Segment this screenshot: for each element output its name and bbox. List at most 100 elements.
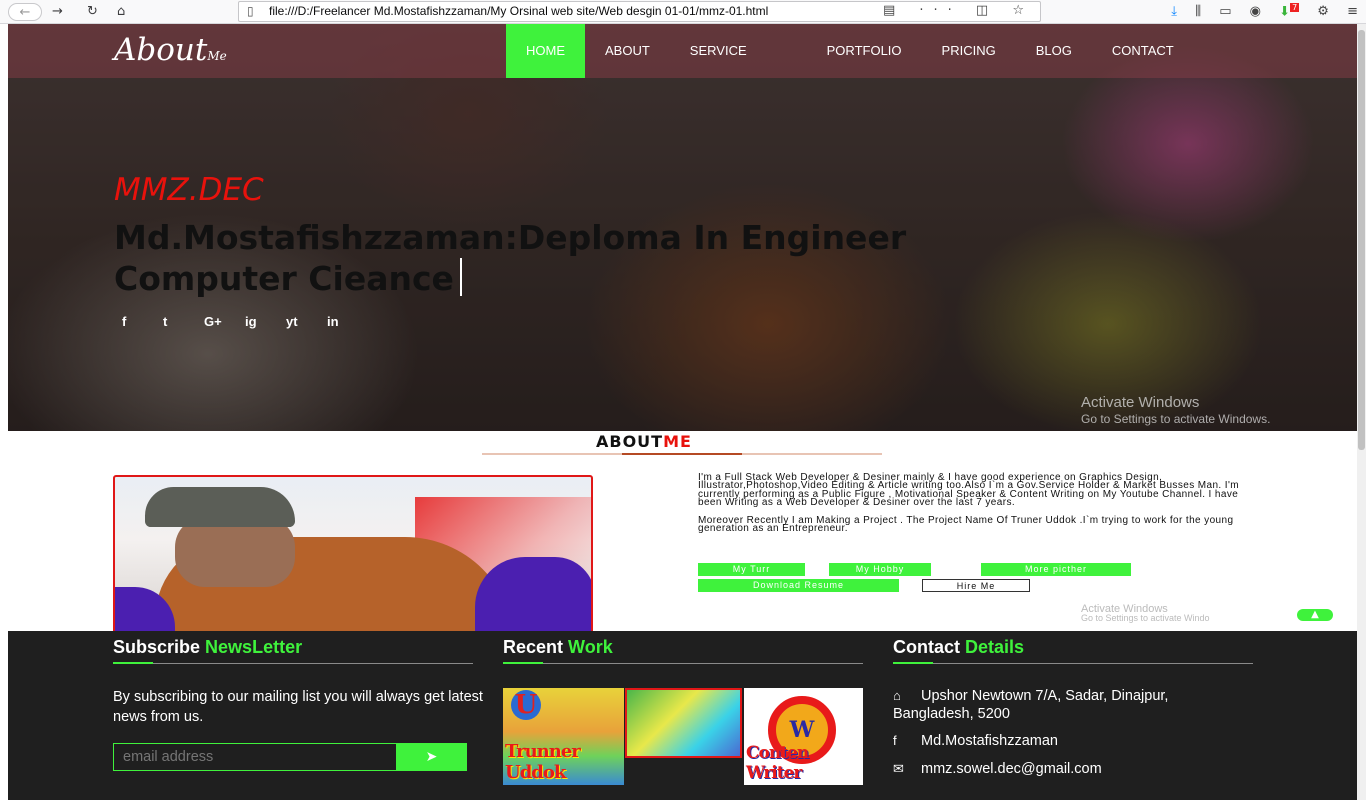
recent-work-thumb-1[interactable]: U Trunner Uddok [503, 688, 624, 785]
subscribe-send-button[interactable]: ➤ [396, 743, 467, 771]
about-heading-accent: ME [663, 432, 692, 451]
nav-pricing[interactable]: PRICING [922, 24, 1016, 78]
recent-title-accent: Work [568, 637, 613, 657]
forward-button[interactable]: → [52, 3, 63, 21]
scroll-thumb[interactable] [1358, 30, 1365, 450]
menu-icon[interactable]: ≡ [1347, 4, 1358, 19]
hero-kicker: MMZ.DEC [114, 172, 264, 208]
trunner-logo: U [511, 690, 541, 720]
profile-photo [113, 475, 593, 635]
social-links: f t G+ ig yt in [122, 314, 368, 329]
recent-rule [503, 663, 863, 664]
about-heading-main: ABOUT [596, 432, 664, 451]
my-hobby-button[interactable]: My Hobby [829, 563, 931, 576]
logo-text: About [114, 32, 208, 68]
recent-work-title: Recent Work [503, 637, 613, 658]
addon-badge: 7 [1290, 3, 1300, 12]
google-plus-icon[interactable]: G+ [204, 314, 245, 329]
activate-windows-title: Activate Windows [1081, 394, 1200, 411]
twitter-icon[interactable]: t [163, 314, 204, 329]
about-paragraph-2: Moreover Recently I am Making a Project … [698, 514, 1234, 535]
facebook-text[interactable]: Md.Mostafishzzaman [921, 733, 1058, 749]
contact-email[interactable]: ✉ mmz.sowel.dec@gmail.com [893, 760, 1253, 778]
nav-about[interactable]: ABOUT [585, 24, 670, 78]
about-divider-accent [622, 453, 742, 455]
email-text[interactable]: mmz.sowel.dec@gmail.com [921, 761, 1102, 777]
thumb-1-caption: Trunner Uddok [505, 741, 581, 783]
thumb-3-caption: Conten Writer [746, 743, 809, 783]
library-icon[interactable]: ⫼ [1195, 4, 1201, 19]
subscribe-rule [113, 663, 473, 664]
tracking-icon[interactable]: ◉ [1250, 4, 1261, 19]
nav-menu: HOME ABOUT SERVICE PORTFOLIO PRICING BLO… [506, 24, 1194, 78]
instagram-icon[interactable]: ig [245, 314, 286, 329]
about-heading: ABOUTME [596, 432, 692, 451]
more-picture-button[interactable]: More picther [981, 563, 1131, 576]
address-text: Upshor Newtown 7/A, Sadar, Dinajpur, Ban… [893, 688, 1169, 722]
photo-sleeve [475, 557, 591, 633]
subscribe-title: Subscribe NewsLetter [113, 637, 302, 658]
home-icon: ⌂ [893, 688, 901, 703]
about-text: I'm a Full Stack Web Developer & Desiner… [698, 472, 1253, 542]
main-navbar: AboutMe HOME ABOUT SERVICE PORTFOLIO PRI… [8, 24, 1357, 78]
nav-service[interactable]: SERVICE [670, 24, 767, 78]
page-icon: ▯ [247, 4, 254, 18]
facebook-icon[interactable]: f [122, 314, 163, 329]
extension-icon[interactable]: ⚙ [1317, 4, 1329, 19]
subscribe-title-accent: NewsLetter [205, 637, 303, 657]
send-icon: ➤ [425, 749, 438, 765]
youtube-icon[interactable]: yt [286, 314, 327, 329]
about-paragraph-1: I'm a Full Stack Web Developer & Desiner… [698, 472, 1239, 509]
nav-portfolio[interactable]: PORTFOLIO [807, 24, 922, 78]
subscribe-rule-accent [113, 662, 153, 664]
download-icon[interactable]: ⤓ [1171, 4, 1177, 19]
hero-title-text: Md.Mostafishzzaman:Deploma In Engineer C… [114, 218, 907, 298]
email-input[interactable] [113, 743, 397, 771]
scroll-top-button[interactable]: ▲ [1297, 609, 1333, 621]
contact-title-accent: Details [965, 637, 1025, 657]
logo-sub: Me [207, 49, 227, 63]
hero-title: Md.Mostafishzzaman:Deploma In Engineer C… [114, 218, 1074, 299]
toolbar-right-icons: ⤓ ⫼ ▭ ◉ ⬇ 7 ⚙ ≡ [1157, 3, 1358, 19]
address-bar[interactable]: ▯ file:///D:/Freelancer Md.Mostafishzzam… [238, 1, 1041, 22]
arrow-up-icon: ▲ [1311, 609, 1319, 620]
typing-cursor [459, 258, 462, 296]
photo-face [175, 517, 295, 587]
contact-rule-accent [893, 662, 933, 664]
recent-work-thumb-2[interactable] [625, 688, 742, 758]
contact-title: Contact Details [893, 637, 1024, 658]
site-logo[interactable]: AboutMe [114, 32, 227, 68]
envelope-icon: ✉ [893, 761, 904, 776]
linkedin-icon[interactable]: in [327, 314, 368, 329]
url-bar-icons[interactable]: ▤ ··· ◫ ☆ [883, 3, 1034, 18]
page-scrollbar[interactable] [1357, 24, 1366, 800]
photo-cap [145, 487, 295, 527]
contact-facebook[interactable]: f Md.Mostafishzzaman [893, 732, 1253, 750]
nav-blog[interactable]: BLOG [1016, 24, 1092, 78]
addon-icon[interactable]: ⬇ 7 [1279, 3, 1300, 19]
subscribe-title-main: Subscribe [113, 637, 201, 657]
sidebar-icon[interactable]: ▭ [1219, 4, 1231, 19]
recent-work-thumb-3[interactable]: W Conten Writer [744, 688, 863, 785]
contact-rule [893, 663, 1253, 664]
hero-section: AboutMe HOME ABOUT SERVICE PORTFOLIO PRI… [8, 24, 1357, 431]
activate-windows-text-2: Go to Settings to activate Windo [1081, 613, 1210, 623]
my-turr-button[interactable]: My Turr [698, 563, 805, 576]
home-button[interactable]: ⌂ [117, 3, 125, 21]
back-button[interactable]: ← [8, 3, 42, 21]
hire-me-button[interactable]: Hire Me [922, 579, 1030, 592]
browser-toolbar: ← → ↻ ⌂ ▯ file:///D:/Freelancer Md.Mosta… [0, 0, 1366, 24]
nav-contact[interactable]: CONTACT [1092, 24, 1194, 78]
nav-home[interactable]: HOME [506, 24, 585, 78]
url-text[interactable]: file:///D:/Freelancer Md.Mostafishzzaman… [269, 4, 768, 18]
footer: Subscribe NewsLetter By subscribing to o… [8, 631, 1357, 800]
contact-title-main: Contact [893, 637, 960, 657]
reload-button[interactable]: ↻ [87, 3, 98, 21]
download-resume-button[interactable]: Download Resume [698, 579, 899, 592]
recent-rule-accent [503, 662, 543, 664]
subscribe-text: By subscribing to our mailing list you w… [113, 689, 483, 725]
facebook-icon: f [893, 733, 897, 748]
contact-address: ⌂ Upshor Newtown 7/A, Sadar, Dinajpur, Ba… [893, 687, 1253, 723]
recent-title-main: Recent [503, 637, 564, 657]
activate-windows-text: Go to Settings to activate Windows. [1081, 412, 1271, 426]
